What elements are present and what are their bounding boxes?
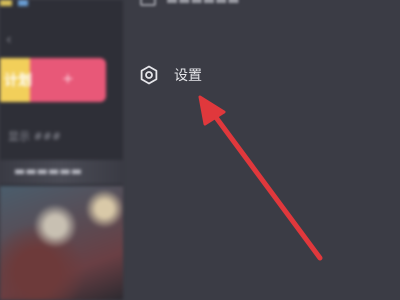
video-thumbnail[interactable] [0, 186, 123, 300]
left-panel: ‹ 计划 + 显示 ### ▬▬▬▬▬▬ [0, 0, 123, 300]
section-label: 显示 ### [8, 130, 62, 143]
settings-menu-item[interactable]: 设置 [138, 62, 202, 88]
back-chevron-icon[interactable]: ‹ [6, 32, 12, 48]
banner-plus-icon: + [62, 71, 74, 87]
menu-item-top[interactable]: ■■■■■■ [140, 0, 240, 6]
banner-text: 计划 [4, 73, 32, 89]
promo-banner[interactable]: 计划 + [0, 58, 106, 102]
list-item[interactable]: ▬▬▬▬▬▬ [0, 160, 123, 184]
list-item-text: ▬▬▬▬▬▬ [14, 164, 83, 178]
menu-item-top-label: ■■■■■■ [166, 0, 240, 6]
left-panel-top-icons [0, 0, 40, 6]
gear-icon [138, 64, 160, 86]
settings-label: 设置 [174, 68, 202, 84]
menu-item-top-icon [140, 0, 156, 6]
